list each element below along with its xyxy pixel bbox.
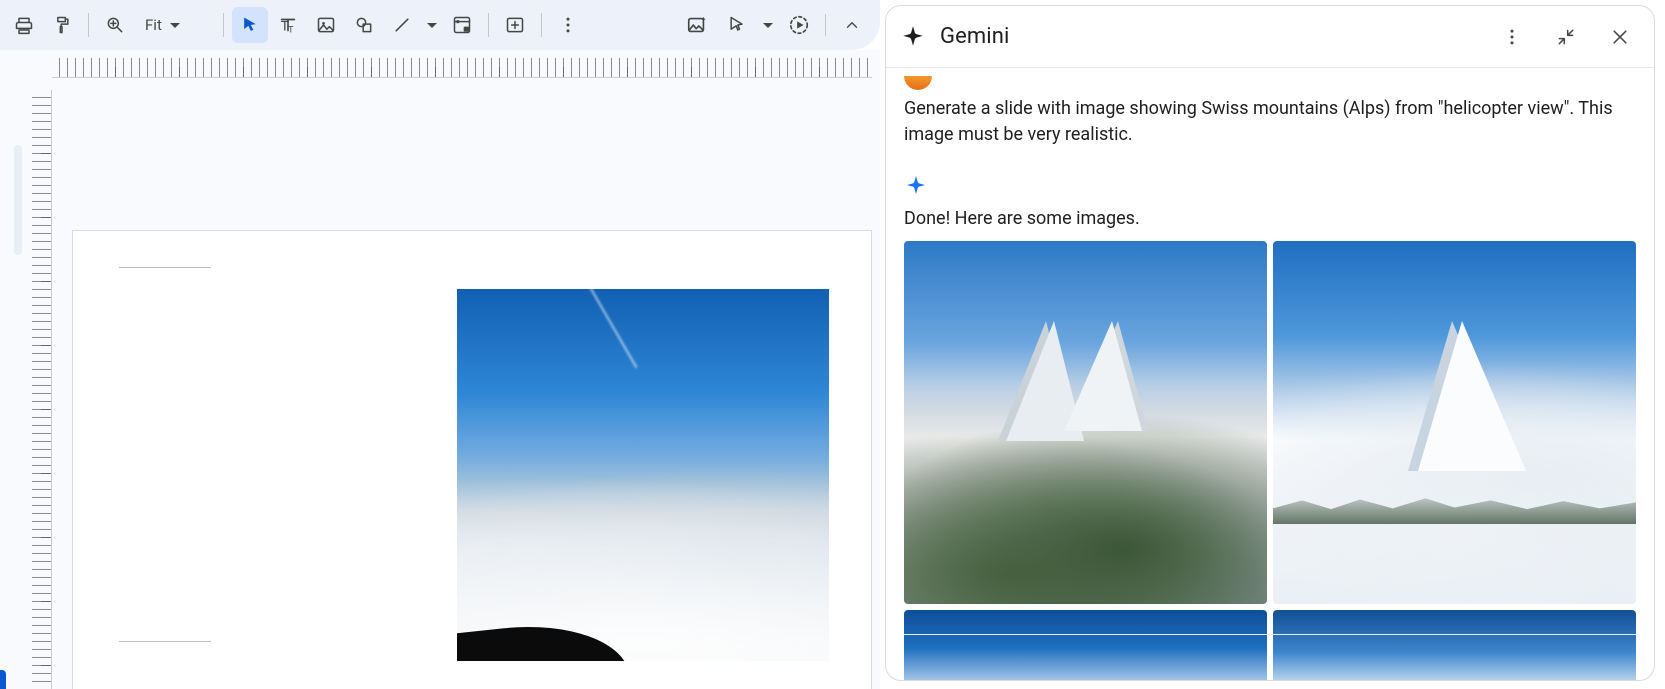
editor-canvas-area bbox=[0, 50, 880, 689]
subtitle-placeholder-line bbox=[119, 641, 211, 642]
svg-text:T: T bbox=[288, 24, 294, 34]
vertical-ruler bbox=[32, 90, 52, 689]
generated-images-grid bbox=[904, 241, 1636, 680]
gemini-side-panel: Gemini Generate a slide with image showi… bbox=[885, 5, 1655, 681]
zoom-in-icon[interactable] bbox=[97, 7, 133, 43]
gemini-panel-header: Gemini bbox=[886, 6, 1654, 68]
title-placeholder-line bbox=[119, 267, 211, 268]
line-tool[interactable] bbox=[384, 7, 420, 43]
line-tool-dropdown[interactable] bbox=[422, 7, 442, 43]
more-tools-icon[interactable] bbox=[550, 7, 586, 43]
paint-format-icon[interactable] bbox=[44, 7, 80, 43]
toolbar-separator bbox=[88, 13, 89, 37]
select-tool[interactable] bbox=[232, 7, 268, 43]
toolbar-separator bbox=[825, 14, 826, 36]
zoom-level-label: Fit bbox=[145, 16, 162, 34]
slide-image[interactable] bbox=[457, 289, 829, 661]
gemini-input-area[interactable] bbox=[904, 634, 1636, 672]
toolbar-separator bbox=[488, 13, 489, 37]
user-avatar bbox=[904, 76, 932, 90]
insert-image-tool[interactable] bbox=[308, 7, 344, 43]
gemini-spark-icon bbox=[900, 24, 926, 50]
insert-video-icon[interactable] bbox=[444, 7, 480, 43]
panel-dock-icon[interactable] bbox=[1546, 17, 1586, 57]
mountain-aerial-image bbox=[457, 289, 829, 661]
user-message: Generate a slide with image showing Swis… bbox=[904, 96, 1624, 148]
gemini-spark-icon bbox=[904, 174, 930, 200]
horizontal-ruler bbox=[52, 58, 872, 78]
filmstrip-selection-indicator bbox=[0, 670, 6, 689]
insert-comment-icon[interactable] bbox=[497, 7, 533, 43]
panel-close-icon[interactable] bbox=[1600, 17, 1640, 57]
spark-image-icon[interactable] bbox=[679, 7, 715, 43]
main-toolbar: Fit TT bbox=[0, 0, 880, 50]
slide-canvas[interactable] bbox=[72, 230, 872, 689]
gemini-panel-title: Gemini bbox=[940, 24, 1009, 49]
slideshow-icon[interactable] bbox=[781, 7, 817, 43]
chevron-down-icon bbox=[763, 23, 773, 28]
filmstrip-edge bbox=[14, 145, 22, 255]
panel-more-icon[interactable] bbox=[1492, 17, 1532, 57]
toolbar-separator bbox=[541, 13, 542, 37]
shape-tool[interactable] bbox=[346, 7, 382, 43]
gemini-conversation: Generate a slide with image showing Swis… bbox=[886, 68, 1654, 680]
chevron-down-icon bbox=[170, 23, 180, 28]
toolbar-separator bbox=[223, 13, 224, 37]
model-message: Done! Here are some images. bbox=[904, 208, 1636, 229]
collapse-toolbar-icon[interactable] bbox=[834, 7, 870, 43]
print-icon[interactable] bbox=[6, 7, 42, 43]
generated-image-2[interactable] bbox=[1273, 241, 1636, 604]
generated-image-1[interactable] bbox=[904, 241, 1267, 604]
text-box-tool[interactable]: TT bbox=[270, 7, 306, 43]
cursor-share-icon[interactable] bbox=[719, 7, 755, 43]
cursor-share-dropdown[interactable] bbox=[759, 7, 777, 43]
zoom-level-dropdown[interactable]: Fit bbox=[135, 9, 215, 41]
chevron-down-icon bbox=[427, 23, 437, 28]
